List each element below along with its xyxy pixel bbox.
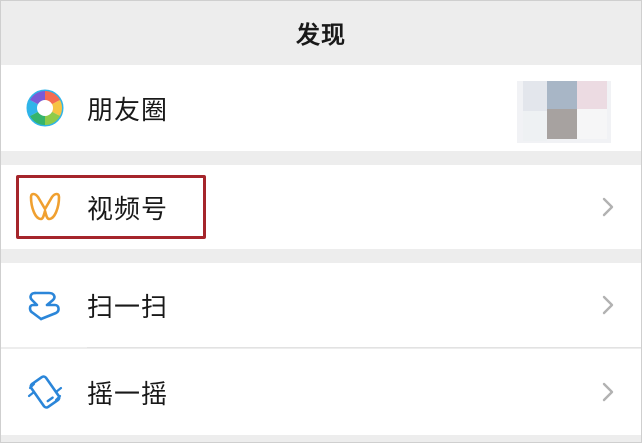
row-divider xyxy=(87,347,641,348)
scan-icon xyxy=(28,291,60,321)
chevron-right-icon xyxy=(602,295,614,315)
menu-item-label: 摇一摇 xyxy=(87,379,169,410)
nav-bar: 发现 xyxy=(1,1,641,63)
chevron-right-icon xyxy=(602,382,614,402)
discover-screen: 发现 朋友圈 视频号 扫一扫 摇一摇 xyxy=(0,0,642,443)
menu-item-label: 朋友圈 xyxy=(87,95,169,126)
moments-preview-thumbnail xyxy=(517,81,611,143)
chevron-right-icon xyxy=(602,197,614,217)
menu-item-shake[interactable]: 摇一摇 xyxy=(1,349,641,435)
menu-item-label: 扫一扫 xyxy=(87,292,169,323)
menu-item-moments[interactable]: 朋友圈 xyxy=(1,65,641,151)
moments-aperture-icon xyxy=(26,89,64,127)
shake-icon xyxy=(27,375,63,409)
page-title: 发现 xyxy=(296,20,346,49)
menu-item-scan[interactable]: 扫一扫 xyxy=(1,263,641,347)
highlight-box xyxy=(16,175,206,239)
